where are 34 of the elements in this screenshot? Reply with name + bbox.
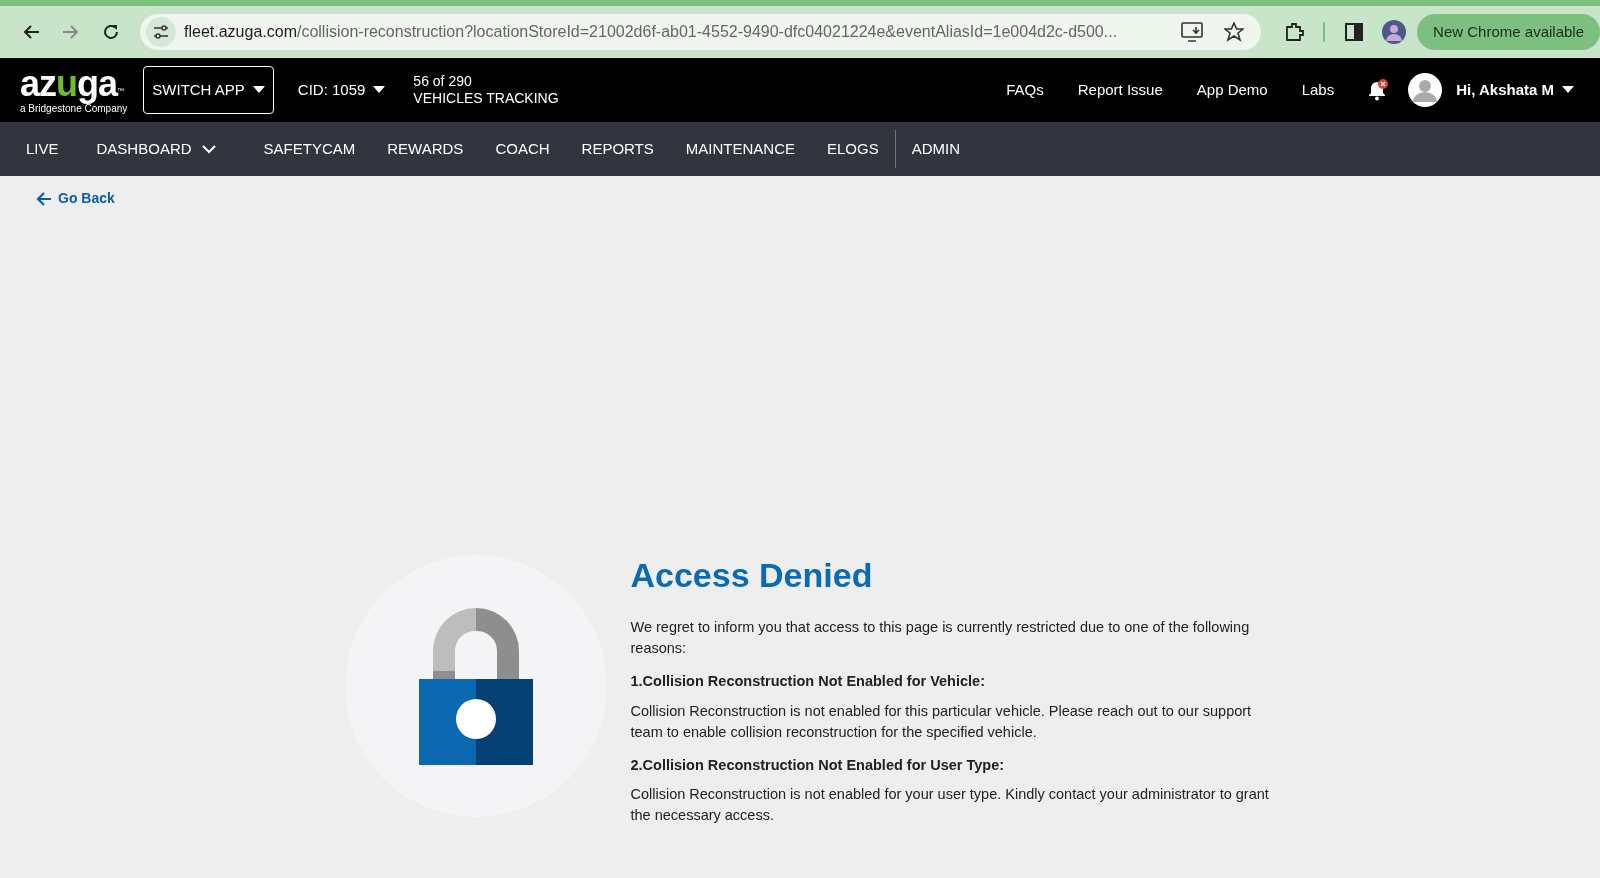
company-logo: azuga$^{™}$ a Bridgestone Company <box>20 66 128 114</box>
reason-heading: 1.Collision Reconstruction Not Enabled for Vehicle: <box>630 673 986 691</box>
site-settings-icon[interactable] <box>146 17 176 47</box>
arrow-left-icon <box>36 191 52 206</box>
nav-link[interactable]: MAINTENANCE <box>669 122 811 176</box>
header-link[interactable]: App Demo <box>1196 78 1268 102</box>
page-heading: Access Denied <box>630 554 874 596</box>
chevron-down-icon <box>201 144 216 154</box>
nav-link[interactable]: COACH <box>479 122 566 176</box>
user-menu-dropdown[interactable]: Hi, Akshata M <box>1450 77 1580 103</box>
update-chrome-button[interactable]: New Chrome available <box>1417 14 1600 50</box>
nav-link[interactable]: ADMIN <box>895 122 976 176</box>
nav-link[interactable]: REWARDS <box>371 122 480 176</box>
header-link[interactable]: FAQs <box>1006 78 1044 102</box>
caret-icon <box>1562 86 1574 94</box>
header-link[interactable]: Report Issue <box>1077 78 1163 102</box>
go-back-link[interactable]: Go Back <box>36 188 115 209</box>
reason-text: Collision Reconstruction is not enabled for your user type. Kindly contact your administrator to grant the necessary access. <box>630 785 1270 826</box>
user-avatar-icon[interactable] <box>1408 73 1443 107</box>
nav-link[interactable]: REPORTS <box>565 122 670 176</box>
vehicles-tracking-label: VEHICLES TRACKING <box>413 90 559 107</box>
reason-text: Collision Reconstruction is not enabled for this particular vehicle. Please reach out to our support team to enable collision reconstruction for the specified vehicle. <box>630 701 1253 742</box>
vehicles-tracking-count: 56 of 290 <box>413 73 473 90</box>
intro-text: We regret to inform you that access to this page is currently restricted due to one of the following reasons: <box>630 618 1251 659</box>
nav-link[interactable]: LIVE <box>10 122 75 176</box>
switch-app-button[interactable]: SWITCH APP <box>143 66 274 114</box>
caret-icon <box>252 86 265 94</box>
caret-icon <box>373 86 386 94</box>
nav-dropdown[interactable]: DASHBOARD <box>74 122 248 176</box>
nav-link[interactable]: ELOGS <box>811 122 895 176</box>
reason-heading: 2.Collision Reconstruction Not Enabled for User Type: <box>630 756 1006 775</box>
customer-id-dropdown[interactable]: CID: 1059 <box>291 77 392 103</box>
nav-link[interactable]: SAFETYCAM <box>247 122 372 176</box>
header-link[interactable]: Labs <box>1301 78 1335 102</box>
